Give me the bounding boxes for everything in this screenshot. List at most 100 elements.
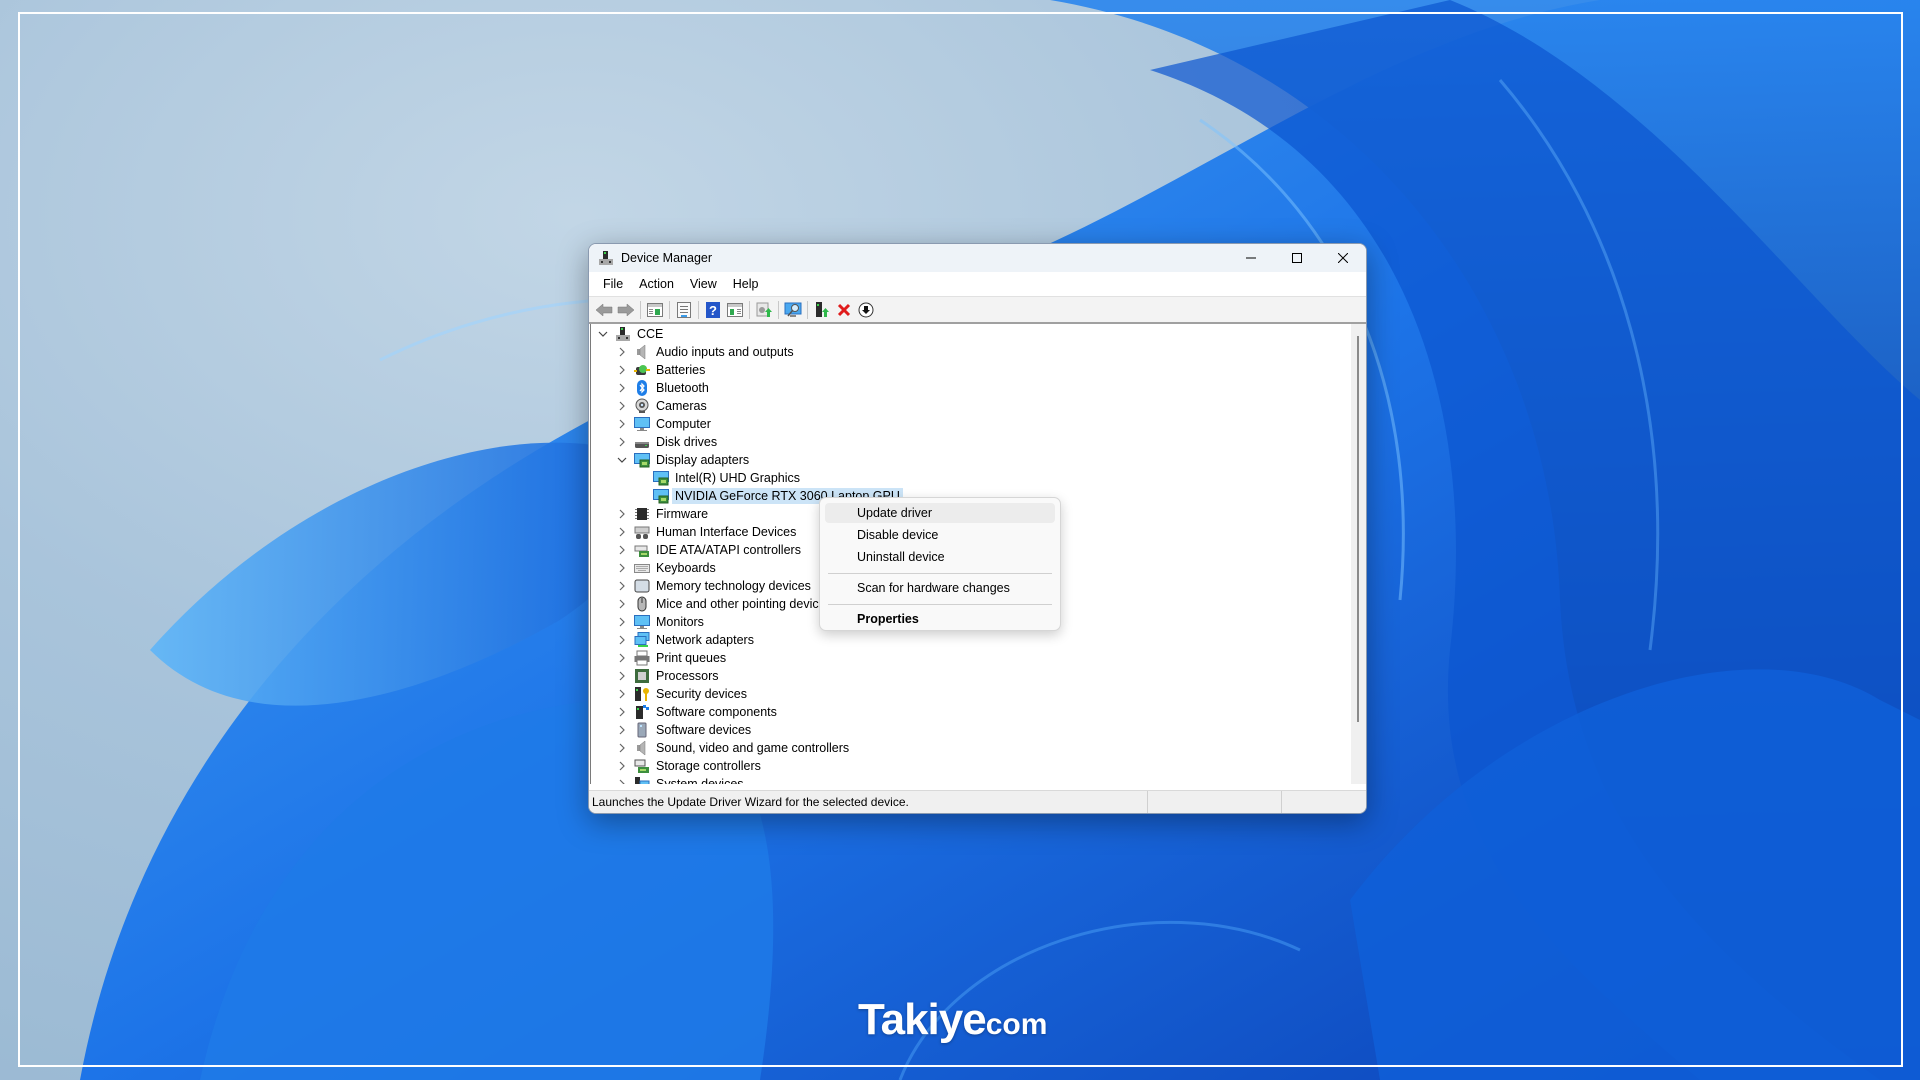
chevron-right-icon[interactable] — [616, 508, 628, 520]
tree-item[interactable]: Bluetooth — [616, 379, 709, 397]
tree-item[interactable]: System devices — [616, 775, 744, 784]
disk-drive-icon — [634, 434, 650, 450]
tree-item[interactable]: Memory technology devices — [616, 577, 811, 595]
chevron-right-icon[interactable] — [616, 382, 628, 394]
watermark-main: Takiye — [858, 995, 987, 1044]
back-button[interactable] — [593, 299, 615, 321]
chevron-right-icon[interactable] — [616, 346, 628, 358]
tree-item-label: Sound, video and game controllers — [656, 741, 850, 755]
tree-item[interactable]: Display adapters — [616, 451, 749, 469]
context-menu: Update driver Disable device Uninstall dev… — [819, 497, 1061, 631]
ide-controller-icon — [634, 542, 650, 558]
chip-icon — [634, 506, 650, 522]
tree-item-label: Software components — [656, 705, 777, 719]
tree-item[interactable]: CCE — [597, 325, 663, 343]
toolbar-separator — [749, 300, 750, 319]
chevron-right-icon[interactable] — [616, 436, 628, 448]
show-hide-console-tree-button[interactable] — [644, 299, 666, 321]
chevron-right-icon[interactable] — [616, 760, 628, 772]
tree-item[interactable]: Monitors — [616, 613, 704, 631]
tree-item[interactable]: Intel(R) UHD Graphics — [635, 469, 800, 487]
tree-item[interactable]: Disk drives — [616, 433, 717, 451]
tree-item-label: Memory technology devices — [656, 579, 811, 593]
chevron-right-icon[interactable] — [616, 526, 628, 538]
chevron-right-icon[interactable] — [616, 418, 628, 430]
tree-item[interactable]: Computer — [616, 415, 711, 433]
chevron-right-icon[interactable] — [616, 544, 628, 556]
tree-item[interactable]: Mice and other pointing devices — [616, 595, 832, 613]
properties-button[interactable] — [673, 299, 695, 321]
context-menu-item-update-driver[interactable]: Update driver — [825, 503, 1055, 523]
context-menu-item-disable-device[interactable]: Disable device — [825, 525, 1055, 545]
menu-file[interactable]: File — [595, 277, 631, 291]
uninstall-device-icon — [837, 303, 851, 316]
chevron-right-icon[interactable] — [616, 598, 628, 610]
tree-item[interactable]: IDE ATA/ATAPI controllers — [616, 541, 801, 559]
menu-view[interactable]: View — [682, 277, 725, 291]
tree-item-label: Human Interface Devices — [656, 525, 797, 539]
display-adapter-icon — [653, 470, 669, 486]
menu-help[interactable]: Help — [725, 277, 767, 291]
tree-item[interactable]: Software devices — [616, 721, 751, 739]
context-menu-item-properties[interactable]: Properties — [825, 609, 1055, 629]
tree-item[interactable]: Cameras — [616, 397, 707, 415]
chevron-right-icon[interactable] — [616, 778, 628, 784]
tree-item[interactable]: Security devices — [616, 685, 747, 703]
chevron-right-icon[interactable] — [616, 562, 628, 574]
chevron-right-icon[interactable] — [616, 688, 628, 700]
tree-item[interactable]: Software components — [616, 703, 777, 721]
context-menu-item-scan-for-hardware-changes[interactable]: Scan for hardware changes — [825, 578, 1055, 598]
tree-item[interactable]: Print queues — [616, 649, 726, 667]
vertical-scrollbar[interactable] — [1351, 324, 1366, 784]
uninstall-device-button[interactable] — [833, 299, 855, 321]
chevron-right-icon[interactable] — [616, 670, 628, 682]
chevron-right-icon[interactable] — [616, 616, 628, 628]
tree-item[interactable]: Processors — [616, 667, 719, 685]
processor-icon — [634, 668, 650, 684]
tree-item[interactable]: Batteries — [616, 361, 705, 379]
chevron-down-icon[interactable] — [597, 328, 609, 340]
help-button[interactable]: ? — [702, 299, 724, 321]
tree-item-label: Audio inputs and outputs — [656, 345, 794, 359]
forward-button[interactable] — [615, 299, 637, 321]
network-icon — [634, 632, 650, 648]
chevron-right-icon[interactable] — [616, 634, 628, 646]
tree-item[interactable]: Human Interface Devices — [616, 523, 796, 541]
chevron-right-icon[interactable] — [616, 742, 628, 754]
tree-item[interactable]: Network adapters — [616, 631, 754, 649]
title-bar[interactable]: Device Manager — [589, 244, 1366, 272]
show-hide-console-tree-icon — [647, 302, 663, 317]
chevron-right-icon[interactable] — [616, 364, 628, 376]
chevron-right-icon[interactable] — [616, 400, 628, 412]
tree-item[interactable]: Audio inputs and outputs — [616, 343, 794, 361]
camera-icon — [634, 398, 650, 414]
tree-item[interactable]: Storage controllers — [616, 757, 761, 775]
chevron-down-icon[interactable] — [616, 454, 628, 466]
close-button[interactable] — [1320, 244, 1366, 272]
menu-action[interactable]: Action — [631, 277, 682, 291]
update-driver-button[interactable] — [753, 299, 775, 321]
speaker-icon — [634, 740, 650, 756]
tree-item[interactable]: Keyboards — [616, 559, 716, 577]
chevron-right-icon[interactable] — [616, 580, 628, 592]
status-pane-2 — [1147, 791, 1281, 813]
show-hide-action-pane-button[interactable] — [724, 299, 746, 321]
tree-item[interactable]: Sound, video and game controllers — [616, 739, 849, 757]
toolbar-separator — [698, 300, 699, 319]
tree-item-label: Security devices — [656, 687, 748, 701]
tree-item[interactable]: Firmware — [616, 505, 708, 523]
tree-item-label: Keyboards — [656, 561, 716, 575]
tree-item-label: Computer — [656, 417, 711, 431]
minimize-button[interactable] — [1228, 244, 1274, 272]
add-drivers-button[interactable] — [811, 299, 833, 321]
disable-device-button[interactable] — [855, 299, 877, 321]
chevron-right-icon[interactable] — [616, 706, 628, 718]
chevron-right-icon[interactable] — [616, 652, 628, 664]
scan-hardware-button[interactable] — [782, 299, 804, 321]
scrollbar-thumb[interactable] — [1357, 336, 1359, 722]
chevron-right-icon[interactable] — [616, 724, 628, 736]
maximize-button[interactable] — [1274, 244, 1320, 272]
context-menu-item-uninstall-device[interactable]: Uninstall device — [825, 547, 1055, 567]
software-component-icon — [634, 704, 650, 720]
